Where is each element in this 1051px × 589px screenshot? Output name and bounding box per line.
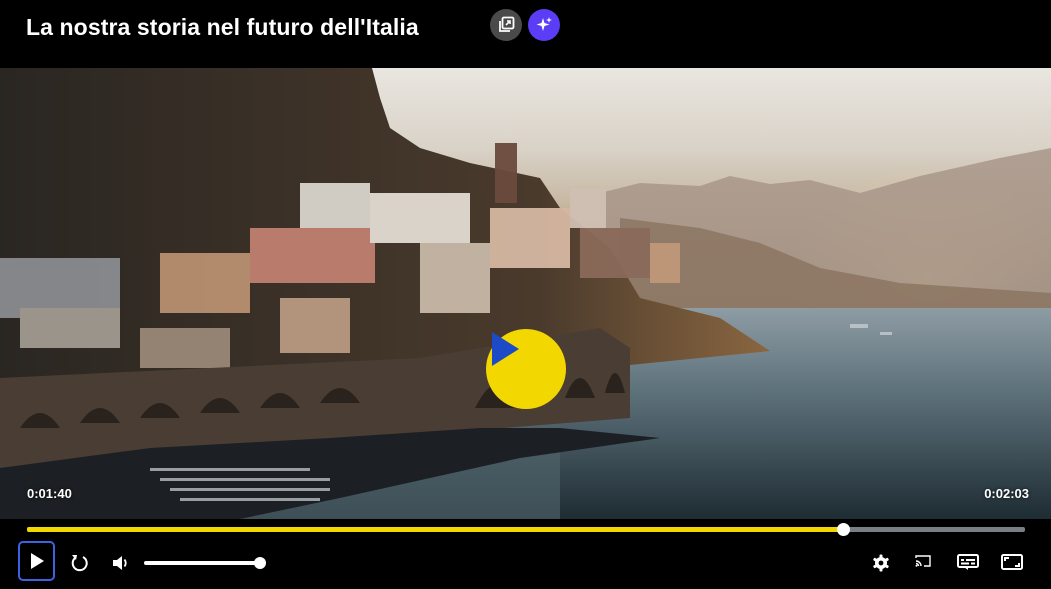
subtitles-icon: [957, 554, 979, 570]
progress-fill: [27, 527, 844, 532]
replay-icon: [71, 555, 88, 572]
video-scene: [0, 68, 1051, 519]
video-title: La nostra storia nel futuro dell'Italia: [26, 14, 419, 40]
cast-button[interactable]: [913, 552, 933, 570]
current-time: 0:01:40: [27, 486, 72, 501]
volume-slider[interactable]: [144, 557, 266, 569]
play-icon: [492, 332, 519, 366]
progress-bar[interactable]: [27, 523, 1025, 536]
replay-button[interactable]: [68, 552, 90, 574]
copy-icon: [499, 16, 515, 32]
settings-button[interactable]: [870, 552, 892, 574]
ai-assistant-button[interactable]: [528, 9, 560, 41]
gear-icon: [873, 554, 889, 572]
duration: 0:02:03: [984, 486, 1029, 501]
video-frame[interactable]: [0, 68, 1051, 519]
big-play-button[interactable]: [486, 329, 566, 409]
header-bar: La nostra storia nel futuro dell'Italia: [0, 0, 1051, 68]
play-icon: [30, 553, 44, 569]
sparkles-icon: [536, 17, 552, 31]
fullscreen-icon: [1001, 554, 1023, 570]
volume-button[interactable]: [110, 552, 132, 574]
subtitles-button[interactable]: [956, 552, 980, 572]
fullscreen-button[interactable]: [1000, 552, 1024, 572]
copy-button[interactable]: [490, 9, 522, 41]
volume-handle[interactable]: [254, 557, 266, 569]
cast-icon: [915, 555, 931, 567]
volume-icon: [113, 556, 127, 570]
play-button[interactable]: [18, 541, 55, 581]
